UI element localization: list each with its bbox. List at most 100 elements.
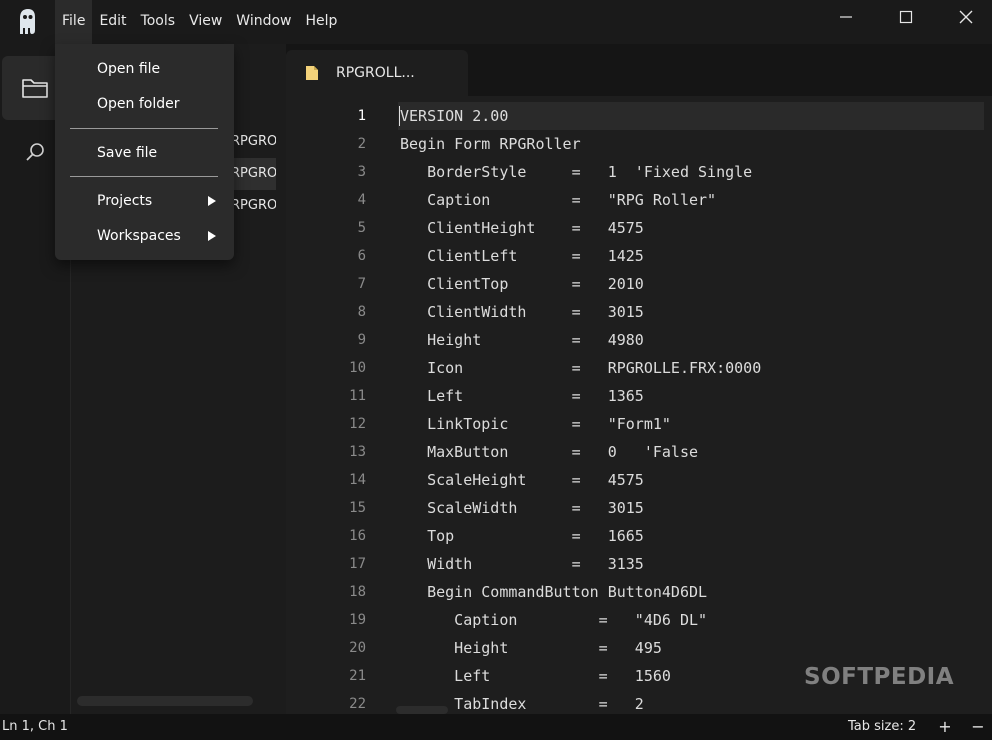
close-button[interactable] [938, 0, 992, 34]
line-text: ScaleHeight = 4575 [400, 471, 644, 489]
menu-window[interactable]: Window [229, 0, 298, 44]
line-number: 20 [349, 640, 366, 656]
code-line: 8 ClientWidth = 3015 [286, 298, 992, 326]
code-line: 4 Caption = "RPG Roller" [286, 186, 992, 214]
code-line: 15 ScaleWidth = 3015 [286, 494, 992, 522]
code-line: 17 Width = 3135 [286, 550, 992, 578]
code-line: 13 MaxButton = 0 'False [286, 438, 992, 466]
title-bar: File Edit Tools View Window Help [0, 0, 992, 44]
menu-file[interactable]: File [55, 0, 93, 44]
line-number: 14 [349, 472, 366, 488]
line-text: LinkTopic = "Form1" [400, 415, 671, 433]
projects-label: Projects [97, 193, 153, 209]
code-line: 1 VERSION 2.00 [286, 102, 992, 130]
line-number: 2 [357, 136, 366, 152]
menu-help[interactable]: Help [299, 0, 345, 44]
menu-view[interactable]: View [182, 0, 229, 44]
line-text: Height = 495 [400, 639, 662, 657]
line-text: Top = 1665 [400, 527, 644, 545]
code-line: 19 Caption = "4D6 DL" [286, 606, 992, 634]
line-number: 19 [349, 612, 366, 628]
code-line: 12 LinkTopic = "Form1" [286, 410, 992, 438]
code-line: 3 BorderStyle = 1 'Fixed Single [286, 158, 992, 186]
line-text: ScaleWidth = 3015 [400, 499, 644, 517]
code-line: 9 Height = 4980 [286, 326, 992, 354]
line-text: Icon = RPGROLLE.FRX:0000 [400, 359, 762, 377]
cursor-position[interactable]: Ln 1, Ch 1 [2, 714, 68, 740]
code-line: 20 Height = 495 [286, 634, 992, 662]
line-number: 3 [357, 164, 366, 180]
line-number: 6 [357, 248, 366, 264]
line-number: 16 [349, 528, 366, 544]
code-line: 16 Top = 1665 [286, 522, 992, 550]
line-text: BorderStyle = 1 'Fixed Single [400, 163, 753, 181]
line-text: Caption = "RPG Roller" [400, 191, 717, 209]
submenu-arrow-icon [208, 231, 216, 241]
line-number: 15 [349, 500, 366, 516]
projects-menu-item[interactable]: Projects [55, 186, 234, 216]
line-number: 12 [349, 416, 366, 432]
menu-tools[interactable]: Tools [134, 0, 183, 44]
maximize-icon [899, 10, 913, 24]
code-line: 14 ScaleHeight = 4575 [286, 466, 992, 494]
line-text: Width = 3135 [400, 555, 644, 573]
line-number: 5 [357, 220, 366, 236]
code-editor: RPGROLL... 1 VERSION 2.00 2 Begin Form RPG… [286, 44, 992, 714]
code-line: 10 Icon = RPGROLLE.FRX:0000 [286, 354, 992, 382]
tab-size[interactable]: Tab size: 2 [848, 714, 916, 740]
explorer-file-label: RPGROLLER.MAK [231, 134, 276, 149]
folder-icon [22, 79, 48, 98]
menu-edit[interactable]: Edit [92, 0, 133, 44]
explorer-file-label: RPGROLLE.FRM [231, 166, 276, 181]
softpedia-watermark: SOFTPEDIA [804, 664, 955, 690]
file-menu-dropdown: Open file Open folder Save file Projects… [55, 44, 234, 260]
workspaces-menu-item[interactable]: Workspaces [55, 221, 234, 251]
code-line: 18 Begin CommandButton Button4D6DL [286, 578, 992, 606]
close-icon [959, 10, 973, 24]
line-text: Begin CommandButton Button4D6DL [400, 583, 708, 601]
submenu-arrow-icon [208, 196, 216, 206]
line-number: 21 [349, 668, 366, 684]
menu-separator [70, 176, 218, 177]
line-text: Caption = "4D6 DL" [400, 611, 708, 629]
line-number: 1 [357, 108, 366, 124]
line-text: MaxButton = 0 'False [400, 443, 699, 461]
menu-bar: File Edit Tools View Window Help [55, 0, 344, 44]
code-line: 7 ClientTop = 2010 [286, 270, 992, 298]
minimize-icon [840, 16, 852, 18]
tab-size-increase-button[interactable]: + [937, 714, 953, 740]
maximize-button[interactable] [878, 0, 934, 34]
open-file-menu-item[interactable]: Open file [55, 54, 234, 84]
line-number: 11 [349, 388, 366, 404]
workspaces-label: Workspaces [97, 228, 181, 244]
line-text: ClientHeight = 4575 [400, 219, 644, 237]
open-folder-menu-item[interactable]: Open folder [55, 89, 234, 119]
save-file-menu-item[interactable]: Save file [55, 138, 234, 168]
file-icon [306, 66, 318, 80]
tab-label: RPGROLL... [336, 65, 415, 81]
tab-bar: RPGROLL... [286, 44, 992, 96]
line-text: VERSION 2.00 [398, 102, 984, 130]
explorer-file-label: RPGROLLE.FRX [231, 198, 276, 213]
ghost-logo-icon [14, 6, 40, 36]
tab-size-decrease-button[interactable]: − [970, 714, 986, 740]
editor-tab[interactable]: RPGROLL... [286, 50, 468, 96]
explorer-scrollbar[interactable] [77, 696, 253, 706]
line-number: 13 [349, 444, 366, 460]
code-line: 2 Begin Form RPGRoller [286, 130, 992, 158]
line-number: 17 [349, 556, 366, 572]
status-bar: Ln 1, Ch 1 Tab size: 2 + − [0, 714, 992, 740]
editor-horizontal-scrollbar[interactable] [396, 706, 448, 714]
line-number: 10 [349, 360, 366, 376]
line-text: ClientWidth = 3015 [400, 303, 644, 321]
line-text: ClientLeft = 1425 [400, 247, 644, 265]
menu-separator [70, 128, 218, 129]
search-icon [26, 143, 44, 161]
line-text: Left = 1365 [400, 387, 644, 405]
line-text: ClientTop = 2010 [400, 275, 644, 293]
text-cursor [399, 106, 400, 126]
line-text: Begin Form RPGRoller [400, 135, 581, 153]
line-number: 18 [349, 584, 366, 600]
code-area[interactable]: 1 VERSION 2.00 2 Begin Form RPGRoller 3 Bo… [286, 102, 992, 718]
minimize-button[interactable] [818, 0, 874, 34]
